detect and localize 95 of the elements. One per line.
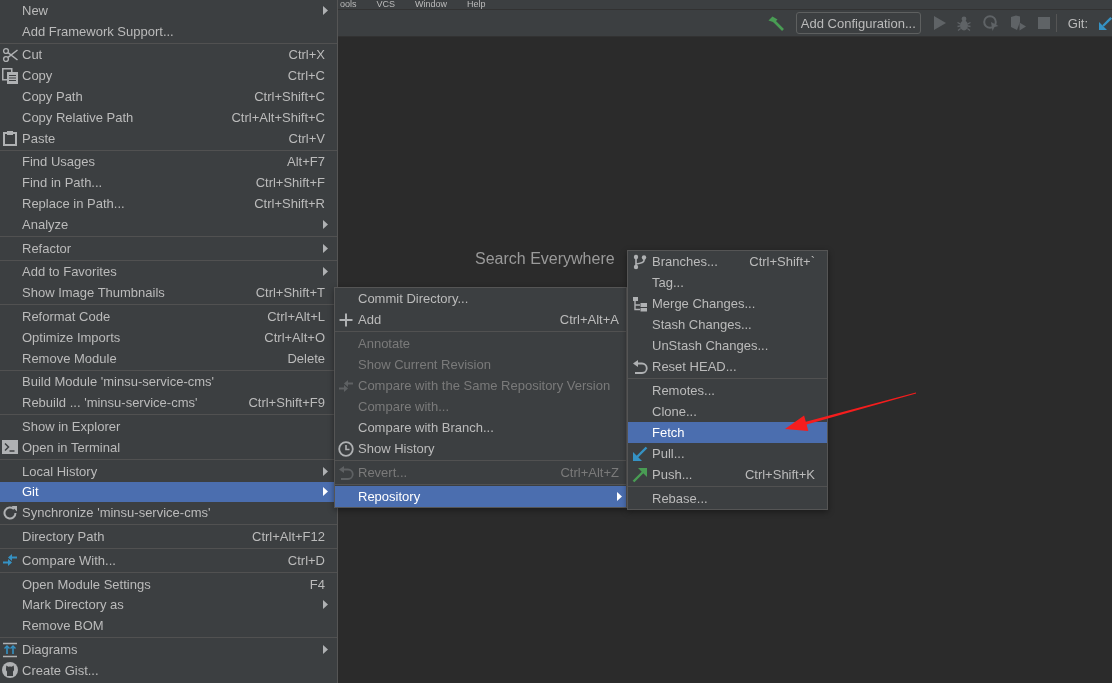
shortcut-text: Ctrl+Shift+R — [254, 196, 325, 212]
menu-item[interactable]: Local History — [0, 460, 337, 482]
menu-item[interactable]: Open Module Settings F4 — [0, 573, 337, 595]
shortcut-text: Ctrl+Alt+O — [264, 329, 325, 345]
menu-item[interactable]: Clone... — [628, 401, 827, 422]
down-left-arrow-icon[interactable] — [1099, 16, 1112, 30]
up-right-arrow-icon — [632, 466, 648, 483]
menu-item[interactable]: Copy Path Ctrl+Shift+C — [0, 86, 337, 107]
menu-item[interactable]: Optimize Imports Ctrl+Alt+O — [0, 326, 337, 348]
undo-arrow-icon — [338, 464, 354, 481]
shortcut-text: Delete — [287, 350, 325, 366]
down-left-arrow-icon — [632, 445, 648, 462]
menu-item[interactable]: Stash Changes... — [628, 314, 827, 335]
menu-item[interactable]: Copy Relative Path Ctrl+Alt+Shift+C — [0, 107, 337, 128]
menu-item[interactable]: Find Usages Alt+F7 — [0, 151, 337, 173]
shortcut-text: Ctrl+Alt+Z — [560, 465, 619, 480]
clipboard-icon — [2, 130, 18, 147]
opposing-arrows-icon — [338, 377, 354, 394]
shortcut-text: Ctrl+Shift+F9 — [248, 395, 325, 411]
menu-item[interactable]: Add Framework Support... — [0, 20, 337, 42]
shortcut-text: Ctrl+Shift+K — [744, 467, 815, 482]
shortcut-text: Ctrl+Alt+L — [267, 309, 325, 325]
menu-item[interactable]: Replace in Path... Ctrl+Shift+R — [0, 193, 337, 214]
menu-item[interactable]: Synchronize 'minsu-service-cms' — [0, 502, 337, 524]
menu-item[interactable]: Mark Directory as — [0, 594, 337, 616]
shortcut-text: Alt+F7 — [287, 154, 325, 170]
hint-text: Search Everywhere — [475, 250, 615, 268]
shortcut-text: Ctrl+Alt+F12 — [252, 529, 325, 544]
menu-item[interactable]: Reset HEAD... — [628, 356, 827, 377]
menu-item[interactable]: Analyze — [0, 213, 337, 235]
menu-item[interactable]: Refactor — [0, 237, 337, 259]
shortcut-text: Ctrl+V — [288, 130, 325, 146]
menu-item[interactable]: Create Gist... — [0, 659, 337, 681]
folder-tree-icon — [632, 295, 648, 312]
menu-item[interactable]: Tag... — [628, 272, 827, 293]
stop-icon[interactable] — [1037, 17, 1050, 29]
menu-item[interactable]: Diagrams — [0, 639, 337, 660]
menu-item[interactable]: Paste Ctrl+V — [0, 127, 337, 149]
menu-item[interactable]: Commit Directory... — [335, 288, 626, 309]
menu-item[interactable]: Show Image Thumbnails Ctrl+Shift+T — [0, 282, 337, 304]
hammer-icon[interactable] — [767, 15, 784, 31]
menu-item[interactable]: Copy Ctrl+C — [0, 65, 337, 87]
menu-item[interactable]: Compare with Branch... — [335, 417, 626, 438]
circular-arrow-icon — [2, 504, 18, 521]
menu-item[interactable]: UnStash Changes... — [628, 335, 827, 356]
menu-item[interactable]: Cut Ctrl+X — [0, 44, 337, 66]
menu-item[interactable]: Directory Path Ctrl+Alt+F12 — [0, 526, 337, 547]
menu-item[interactable]: Branches... Ctrl+Shift+` — [628, 251, 827, 272]
scissors-icon — [2, 47, 18, 63]
menu-item[interactable]: Remove Module Delete — [0, 347, 337, 369]
menu-item[interactable]: Rebase... — [628, 488, 827, 509]
menu-item[interactable]: Compare With... Ctrl+D — [0, 549, 337, 571]
menu-item[interactable]: Remotes... — [628, 380, 827, 401]
shield-play-icon[interactable] — [1009, 15, 1026, 31]
menu-item[interactable]: Push... Ctrl+Shift+K — [628, 464, 827, 485]
menu-item[interactable]: Remove BOM — [0, 615, 337, 637]
menu-item[interactable]: Add to Favorites — [0, 261, 337, 283]
undo-arrow-icon — [632, 358, 648, 375]
menu-item[interactable]: Open in Terminal — [0, 436, 337, 458]
opposing-arrows-icon — [2, 552, 18, 569]
shortcut-text: F4 — [309, 576, 325, 592]
shortcut-text: Ctrl+Shift+C — [254, 89, 325, 105]
menu-item[interactable]: Show in Explorer — [0, 416, 337, 437]
clock-icon — [338, 440, 354, 457]
shortcut-text: Ctrl+C — [287, 68, 325, 84]
menu-item[interactable]: Rebuild ... 'minsu-service-cms' Ctrl+Shift+F9 — [0, 392, 337, 414]
shortcut-text: Ctrl+Shift+` — [749, 254, 815, 269]
menu-bar-item[interactable]: Help — [467, 0, 486, 9]
shortcut-text: Ctrl+X — [288, 47, 325, 63]
vcs-label: Git: — [1067, 15, 1088, 31]
menu-item[interactable]: Show History — [335, 438, 626, 459]
branch-icon — [632, 253, 648, 270]
add-configuration-button[interactable]: Add Configuration... — [795, 12, 921, 34]
shortcut-text: Ctrl+D — [287, 552, 325, 568]
menu-item[interactable]: Git — [0, 481, 337, 503]
bug-icon[interactable] — [956, 15, 971, 31]
menu-item[interactable]: Build Module 'minsu-service-cms' — [0, 371, 337, 393]
menu-item[interactable]: Find in Path... Ctrl+Shift+F — [0, 172, 337, 194]
diagram-icon — [2, 641, 18, 658]
shortcut-text: Ctrl+Shift+T — [255, 285, 325, 301]
menu-bar-item[interactable]: Window — [415, 0, 448, 9]
plus-icon — [338, 311, 354, 328]
menu-item[interactable]: Add Ctrl+Alt+A — [335, 309, 626, 330]
shortcut-text: Ctrl+Alt+A — [559, 312, 619, 327]
menu-item[interactable]: Fetch — [628, 422, 827, 443]
menu-item[interactable]: New — [0, 0, 337, 21]
play-icon[interactable] — [933, 16, 946, 30]
menu-item[interactable]: Reformat Code Ctrl+Alt+L — [0, 306, 337, 327]
menu-item[interactable]: Merge Changes... — [628, 293, 827, 314]
menu-bar-item[interactable]: VCS — [376, 0, 396, 9]
menu-item[interactable]: Repository — [335, 486, 626, 507]
shortcut-text: Ctrl+Alt+Shift+C — [231, 109, 325, 125]
menu-item[interactable]: Pull... — [628, 443, 827, 464]
shortcut-text: Ctrl+Shift+F — [255, 175, 325, 191]
menu-bar-item[interactable]: ools — [340, 0, 357, 9]
